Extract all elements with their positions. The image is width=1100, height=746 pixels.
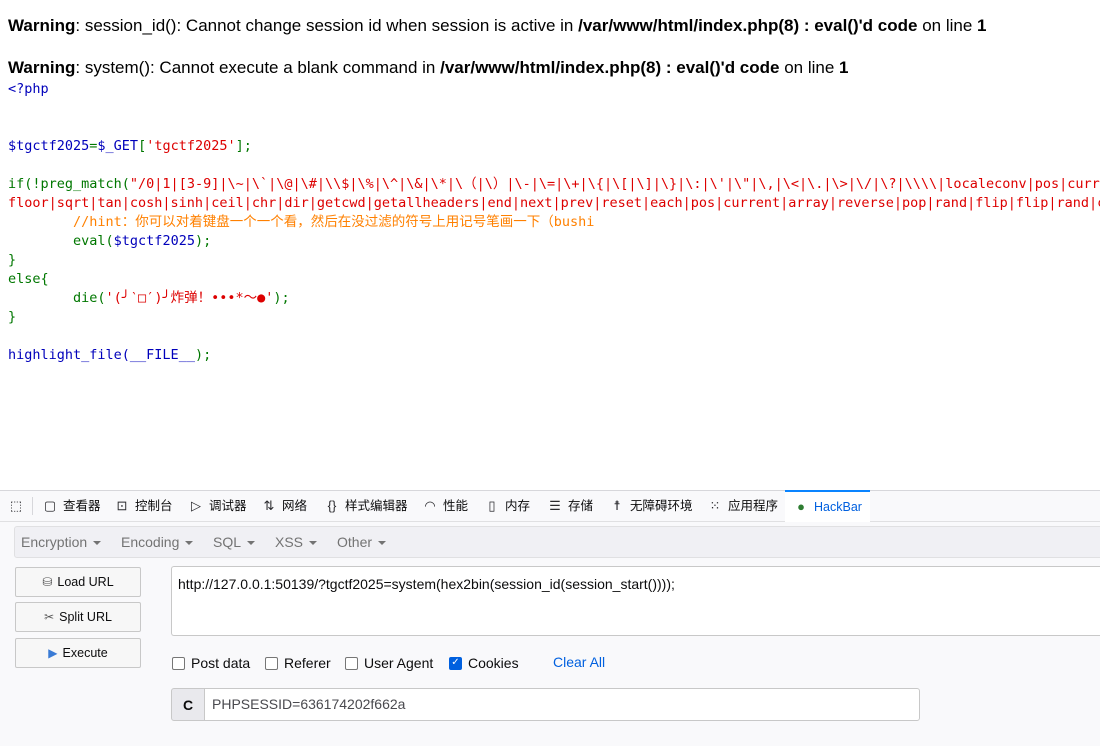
code-line-close-brace: } <box>8 252 17 268</box>
code-line-die: die('(╯‵□′)╯炸弹！•••*～●'); <box>73 290 290 306</box>
code-line-close-brace-2: } <box>8 309 17 325</box>
tab-hackbar[interactable]: ● HackBar <box>785 490 870 522</box>
code-line-eval: eval($tgctf2025); <box>73 233 212 249</box>
php-open-tag: <?php <box>8 81 49 97</box>
warning-label: Warning <box>8 58 76 77</box>
console-icon: ⊡ <box>116 498 128 513</box>
warning-label: Warning <box>8 16 76 35</box>
play-icon: ▶ <box>48 646 58 660</box>
split-url-button[interactable]: ✂ Split URL <box>15 602 141 632</box>
cookie-tag: C <box>171 688 205 721</box>
scissors-icon: ✂ <box>44 610 55 624</box>
code-line-else: else{ <box>8 271 49 287</box>
tab-application[interactable]: ⁙ 应用程序 <box>707 491 778 521</box>
url-input[interactable]: http://127.0.0.1:50139/?tgctf2025=system… <box>171 566 1100 636</box>
menu-encryption[interactable]: Encryption <box>21 527 102 557</box>
chevron-down-icon <box>185 541 194 546</box>
load-url-button[interactable]: ⛁ Load URL <box>15 567 141 597</box>
warning-file: /var/www/html/index.php(8) : eval()'d co… <box>440 58 780 77</box>
load-icon: ⛁ <box>42 575 53 589</box>
code-line-hint: //hint：你可以对着键盘一个一个看，然后在没过滤的符号上用记号笔画一下（bu… <box>8 214 595 230</box>
referer-checkbox[interactable]: Referer <box>265 654 331 672</box>
cookies-checkbox[interactable]: ✓ Cookies <box>449 654 519 672</box>
page-output: Warning: session_id(): Cannot change ses… <box>0 0 1100 490</box>
code-line-assign: $tgctf2025=$_GET['tgctf2025']; <box>8 138 252 154</box>
chevron-down-icon <box>93 541 102 546</box>
code-line-regex-continued: floor|sqrt|tan|cosh|sinh|ceil|chr|dir|ge… <box>8 195 1100 211</box>
tab-accessibility[interactable]: ☨ 无障碍环境 <box>609 491 692 521</box>
warning-session-id: Warning: session_id(): Cannot change ses… <box>8 16 986 36</box>
menu-xss[interactable]: XSS <box>275 527 318 557</box>
tab-storage[interactable]: ☰ 存储 <box>547 491 593 521</box>
warning-on-line: on line <box>779 58 840 77</box>
tab-inspector[interactable]: ▢ 查看器 <box>42 491 101 521</box>
chevron-down-icon <box>378 541 387 546</box>
tab-network[interactable]: ⇅ 网络 <box>261 491 307 521</box>
hackbar-icon: ● <box>797 499 805 514</box>
chevron-down-icon <box>309 541 318 546</box>
php-source-code: <?php $tgctf2025=$_GET['tgctf2025']; if(!p… <box>8 80 1100 365</box>
check-icon: ✓ <box>449 656 462 670</box>
cookie-input[interactable]: PHPSESSID=636174202f662a <box>204 688 920 721</box>
clear-all-link[interactable]: Clear All <box>553 654 605 670</box>
menu-other[interactable]: Other <box>337 527 387 557</box>
post-data-checkbox[interactable]: Post data <box>172 654 250 672</box>
warning-line-number: 1 <box>839 58 849 77</box>
element-picker-button[interactable]: ⬚ <box>8 491 29 521</box>
warning-line-number: 1 <box>977 16 987 35</box>
network-icon: ⇅ <box>263 498 275 513</box>
tab-memory[interactable]: ▯ 内存 <box>484 491 530 521</box>
memory-icon: ▯ <box>488 498 496 513</box>
application-icon: ⁙ <box>709 498 721 513</box>
code-line-if: if(!preg_match("/0|1|[3-9]|\~|\`|\@|\#|\… <box>8 176 1100 192</box>
execute-button[interactable]: ▶ Execute <box>15 638 141 668</box>
tab-performance[interactable]: ◠ 性能 <box>422 491 468 521</box>
code-line-highlight: highlight_file(__FILE__); <box>8 347 212 363</box>
picker-icon: ⬚ <box>9 498 23 513</box>
chevron-down-icon <box>247 541 256 546</box>
accessibility-icon: ☨ <box>613 498 621 513</box>
debugger-icon: ▷ <box>191 498 201 513</box>
style-editor-icon: {} <box>327 498 337 513</box>
warning-file: /var/www/html/index.php(8) : eval()'d co… <box>578 16 918 35</box>
tab-style-editor[interactable]: {} 样式编辑器 <box>324 491 408 521</box>
menu-encoding[interactable]: Encoding <box>121 527 194 557</box>
tab-debugger[interactable]: ▷ 调试器 <box>188 491 247 521</box>
tab-console[interactable]: ⊡ 控制台 <box>114 491 173 521</box>
warning-system: Warning: system(): Cannot execute a blan… <box>8 58 849 78</box>
user-agent-checkbox[interactable]: User Agent <box>345 654 433 672</box>
devtools-toolbar: ⬚ ▢ 查看器 ⊡ 控制台 ▷ 调试器 ⇅ 网络 {} 样式编辑器 ◠ 性能 ▯ 内存 ☰ 存储… <box>0 490 1100 522</box>
warning-on-line: on line <box>917 16 978 35</box>
warning-message: : session_id(): Cannot change session id… <box>75 16 579 35</box>
menu-sql[interactable]: SQL <box>213 527 256 557</box>
performance-icon: ◠ <box>424 498 436 513</box>
warning-message: : system(): Cannot execute a blank comma… <box>75 58 441 77</box>
hackbar-menu: Encryption Encoding SQL XSS Other <box>14 526 1100 558</box>
inspector-icon: ▢ <box>43 498 57 513</box>
storage-icon: ☰ <box>549 498 561 513</box>
